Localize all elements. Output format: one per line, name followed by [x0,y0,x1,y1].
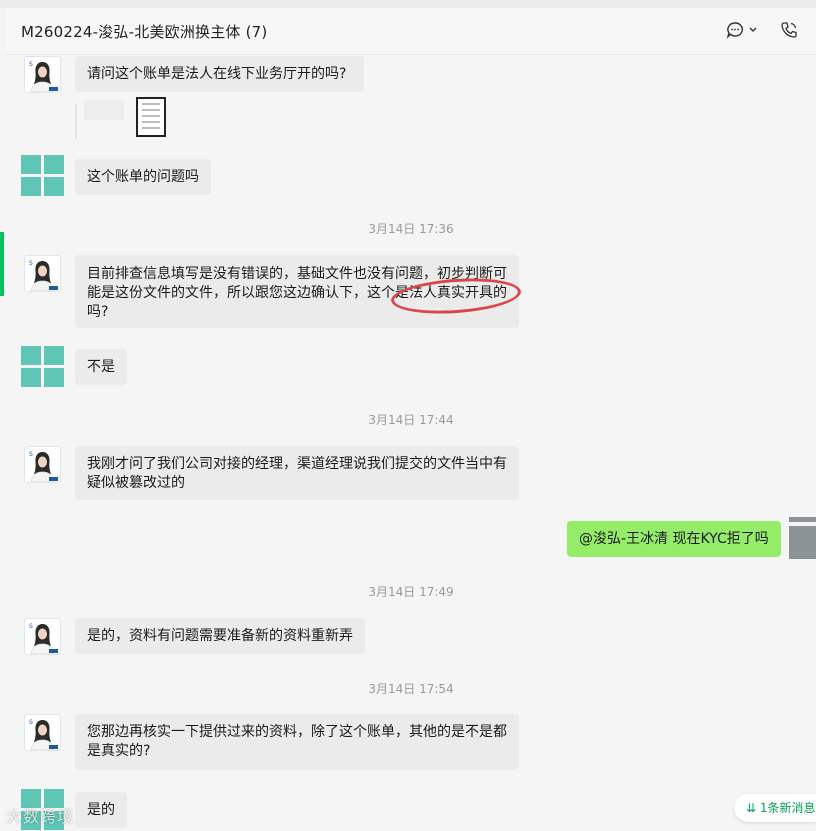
new-message-button[interactable]: ⇊ 1条新消息 [734,794,816,822]
message-bubble[interactable]: 这个账单的问题吗 [75,159,211,195]
chat-header: M260224-浚弘-北美欧洲换主体 (7) [6,8,816,55]
svg-text:S: S [29,623,33,630]
message-text: 我刚才问了我们公司对接的经理，渠道经理说我们提交的文件当中有疑似被篡改过的 [87,456,507,491]
svg-text:S: S [29,451,33,458]
chat-bubble-icon[interactable] [726,21,758,39]
attachment-divider [75,104,77,138]
document-thumbnail[interactable] [136,97,166,137]
message-text: 您那边再核实一下提供过来的资料，除了这个账单，其他的是不是都是真实的? [87,724,507,759]
message-text: @浚弘-王冰清 现在KYC拒了吗 [579,531,769,547]
message-text: 是的 [87,802,115,818]
svg-text:S: S [29,61,33,68]
message-text: 不是 [87,359,115,375]
message-bubble[interactable]: 是的 [75,792,127,828]
message-bubble[interactable]: 我刚才问了我们公司对接的经理，渠道经理说我们提交的文件当中有疑似被篡改过的 [75,446,519,500]
svg-text:S: S [29,719,33,726]
blurred-attachment[interactable] [84,100,124,120]
avatar[interactable]: S [24,56,61,93]
window-top-strip [0,0,816,8]
message-text: 这个账单的问题吗 [87,169,199,185]
message-bubble[interactable]: 请问这个账单是法人在线下业务厅开的吗? [75,56,364,92]
header-actions [726,21,798,39]
timestamp: 3月14日 17:54 [368,682,454,696]
chat-title: M260224-浚弘-北美欧洲换主体 (7) [21,23,268,41]
svg-text:S: S [29,260,33,267]
avatar[interactable]: S [24,714,61,751]
message-bubble[interactable]: 不是 [75,349,127,385]
double-chevron-down-icon: ⇊ [746,801,757,815]
message-text: 请问这个账单是法人在线下业务厅开的吗? [87,66,347,82]
avatar[interactable]: S [24,255,61,292]
my-avatar[interactable] [789,517,816,559]
my-message-bubble[interactable]: @浚弘-王冰清 现在KYC拒了吗 [567,521,781,557]
new-message-label: 1条新消息 [759,801,816,815]
phone-icon[interactable] [780,21,798,39]
timestamp: 3月14日 17:36 [368,222,454,236]
watermark: 大数跨境 [6,807,75,826]
active-chat-indicator [0,232,4,296]
avatar[interactable]: S [24,618,61,655]
message-text: 是的，资料有问题需要准备新的资料重新弄 [87,628,353,644]
timestamp: 3月14日 17:44 [368,413,454,427]
message-bubble[interactable]: 您那边再核实一下提供过来的资料，除了这个账单，其他的是不是都是真实的? [75,714,519,770]
avatar[interactable]: S [24,446,61,483]
timestamp: 3月14日 17:49 [368,585,454,599]
group-avatar[interactable] [21,155,65,197]
message-bubble[interactable]: 是的，资料有问题需要准备新的资料重新弄 [75,618,365,654]
group-avatar[interactable] [21,346,65,388]
